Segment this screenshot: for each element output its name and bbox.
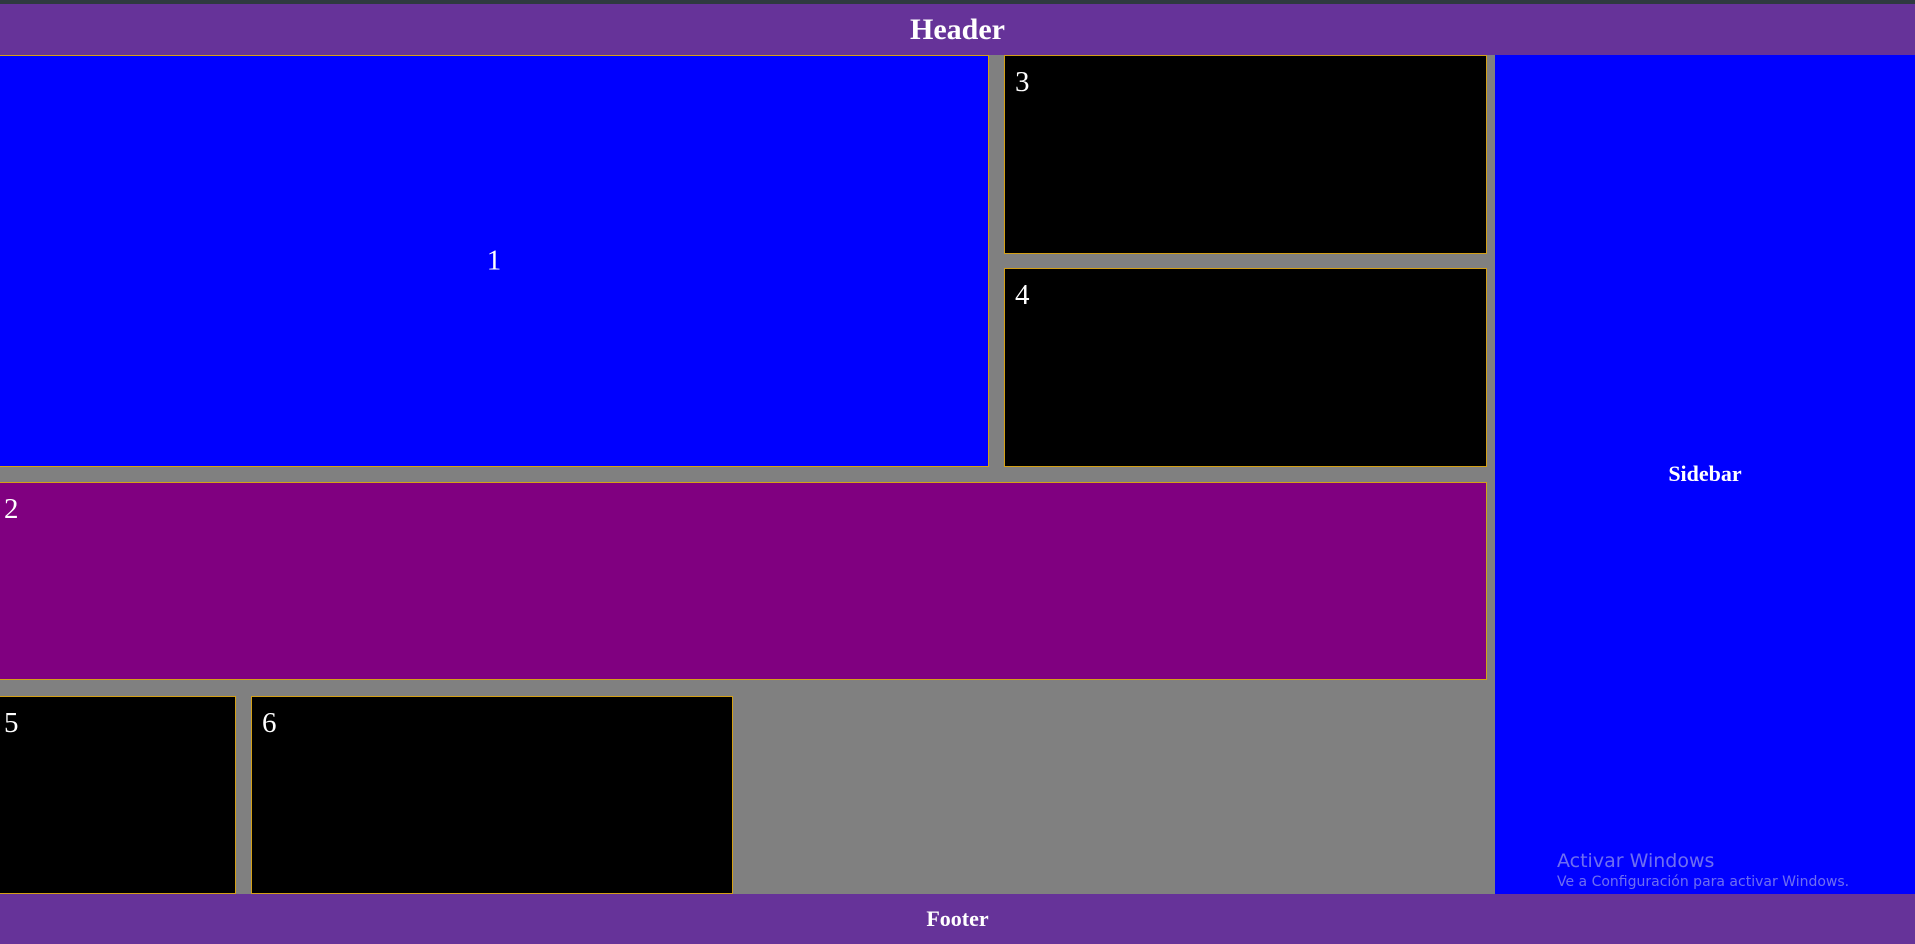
watermark-title: Activar Windows bbox=[1557, 850, 1715, 872]
grid-item-6: 6 bbox=[251, 696, 733, 894]
grid-item-5: 5 bbox=[0, 696, 236, 894]
page-header: Header bbox=[0, 4, 1915, 55]
header-title: Header bbox=[910, 12, 1005, 46]
grid-item-5-label: 5 bbox=[4, 707, 19, 739]
grid-item-3-label: 3 bbox=[1015, 66, 1030, 98]
grid-item-3: 3 bbox=[1004, 55, 1487, 254]
windows-activation-watermark: Activar Windows Ve a Configuración para … bbox=[1557, 850, 1849, 892]
grid-item-1-label: 1 bbox=[486, 244, 502, 277]
grid-item-2-label: 2 bbox=[4, 493, 19, 525]
grid-item-4: 4 bbox=[1004, 268, 1487, 467]
grid-item-4-label: 4 bbox=[1015, 279, 1030, 311]
grid-item-1: 1 bbox=[0, 55, 989, 467]
sidebar-label: Sidebar bbox=[1668, 461, 1742, 486]
grid-item-2: 2 bbox=[0, 482, 1487, 680]
watermark-subtitle: Ve a Configuración para activar Windows. bbox=[1557, 874, 1850, 890]
sidebar: Sidebar bbox=[1495, 55, 1915, 894]
footer-title: Footer bbox=[926, 906, 989, 931]
page-footer: Footer bbox=[0, 894, 1915, 944]
grid-item-6-label: 6 bbox=[262, 707, 277, 739]
